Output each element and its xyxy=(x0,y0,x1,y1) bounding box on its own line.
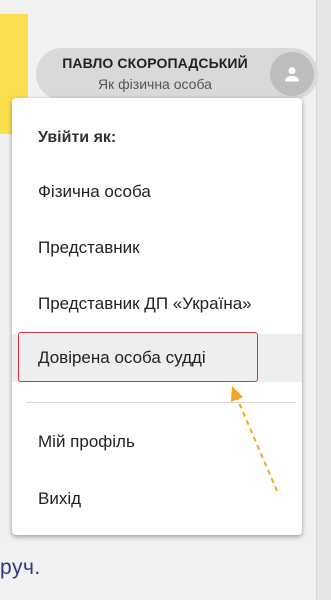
menu-item-individual[interactable]: Фізична особа xyxy=(12,168,302,216)
avatar[interactable] xyxy=(270,52,314,96)
user-role: Як фізична особа xyxy=(98,76,212,92)
highlight-box xyxy=(18,332,258,382)
menu-header: Увійти як: xyxy=(38,129,117,146)
menu-item-representative[interactable]: Представник xyxy=(12,224,302,272)
user-chip[interactable]: ПАВЛО СКОРОПАДСЬКИЙ Як фізична особа xyxy=(36,48,318,100)
menu-item-logout[interactable]: Вихід xyxy=(12,475,302,523)
background-text: руч. xyxy=(0,556,41,579)
menu-item-representative-dp-ukraine[interactable]: Представник ДП «Україна» xyxy=(12,280,302,328)
person-icon xyxy=(284,67,300,82)
page: руч. ПАВЛО СКОРОПАДСЬКИЙ Як фізична особ… xyxy=(0,0,331,600)
menu-item-my-profile[interactable]: Мій профіль xyxy=(12,418,302,466)
login-as-menu: Увійти як: Фізична особа Представник Пре… xyxy=(12,98,302,535)
scrollbar-track[interactable] xyxy=(316,0,331,600)
user-name: ПАВЛО СКОРОПАДСЬКИЙ xyxy=(62,55,248,71)
menu-divider xyxy=(26,402,296,403)
